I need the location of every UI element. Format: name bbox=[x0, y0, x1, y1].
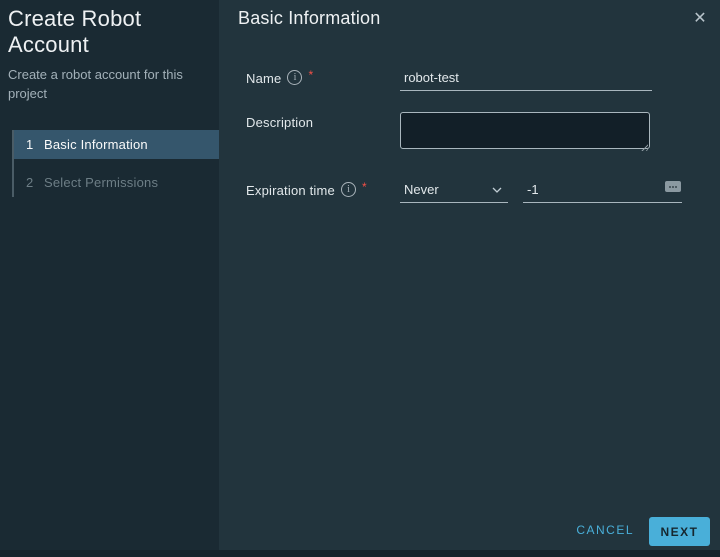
create-robot-account-modal: Create Robot Account Create a robot acco… bbox=[0, 0, 720, 550]
chevron-down-icon bbox=[492, 187, 502, 193]
step-number: 1 bbox=[26, 137, 44, 152]
keyboard-icon[interactable] bbox=[665, 181, 681, 192]
modal-title: Create Robot Account bbox=[8, 6, 211, 58]
cancel-button[interactable]: CANCEL bbox=[576, 523, 634, 537]
expiration-type-select[interactable]: Never bbox=[400, 180, 508, 203]
description-textarea-wrap bbox=[400, 112, 650, 154]
expiration-label-group: Expiration time i * bbox=[246, 180, 400, 203]
expiration-label: Expiration time bbox=[246, 183, 335, 198]
expiration-type-value: Never bbox=[404, 182, 439, 197]
name-input[interactable] bbox=[400, 68, 652, 91]
required-asterisk: * bbox=[308, 69, 313, 81]
expiration-value-input[interactable] bbox=[523, 180, 682, 203]
description-textarea[interactable] bbox=[400, 112, 650, 149]
step-label: Select Permissions bbox=[44, 175, 158, 190]
wizard-sidebar: Create Robot Account Create a robot acco… bbox=[0, 0, 219, 550]
next-button[interactable]: NEXT bbox=[649, 517, 710, 546]
step-number: 2 bbox=[26, 175, 44, 190]
step-select-permissions[interactable]: 2 Select Permissions bbox=[14, 168, 219, 197]
expiration-controls: Never bbox=[400, 180, 682, 203]
modal-subtitle: Create a robot account for this project bbox=[8, 65, 190, 103]
description-label-group: Description bbox=[246, 112, 400, 154]
step-label: Basic Information bbox=[44, 137, 148, 152]
name-field-row: Name i * bbox=[246, 68, 652, 91]
required-asterisk: * bbox=[362, 181, 367, 193]
wizard-page-basic-information: Basic Information ✕ Name i * Description bbox=[219, 0, 720, 550]
info-icon[interactable]: i bbox=[341, 182, 356, 197]
info-icon[interactable]: i bbox=[287, 70, 302, 85]
step-basic-information[interactable]: 1 Basic Information bbox=[14, 130, 219, 159]
expiration-field-row: Expiration time i * Never bbox=[246, 180, 682, 203]
expiration-value-wrap bbox=[523, 180, 682, 203]
page-title: Basic Information bbox=[238, 8, 380, 29]
close-icon[interactable]: ✕ bbox=[690, 8, 710, 28]
description-field-row: Description bbox=[246, 112, 650, 154]
name-label-group: Name i * bbox=[246, 68, 400, 91]
name-label: Name bbox=[246, 71, 281, 86]
description-label: Description bbox=[246, 115, 313, 130]
wizard-stepper: 1 Basic Information 2 Select Permissions bbox=[12, 130, 219, 197]
